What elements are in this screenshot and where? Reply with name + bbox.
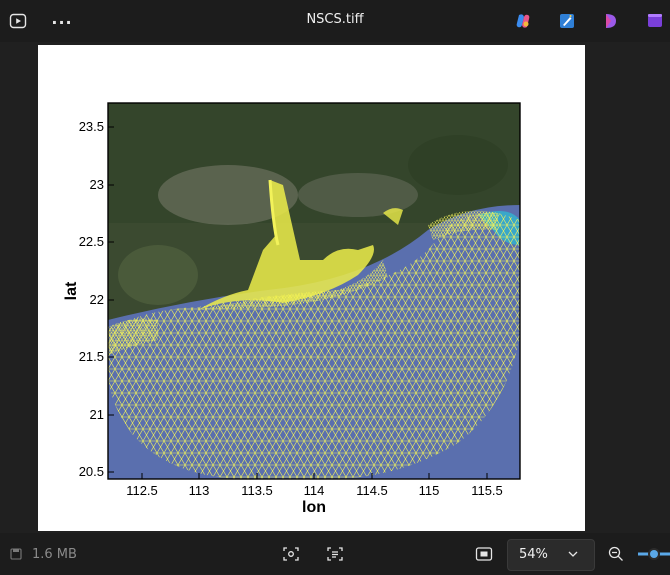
image-canvas[interactable]: 23.5 23 22.5 22 21.5 21 20.5 lat 112.5 1… <box>0 42 670 533</box>
edit-icon <box>560 14 574 28</box>
y-tick-label: 21 <box>90 407 104 422</box>
x-tick-label: 114.5 <box>356 483 388 498</box>
y-tick-label: 22 <box>90 292 104 307</box>
y-axis-title: lat <box>63 281 80 300</box>
y-tick-label: 21.5 <box>79 349 104 364</box>
clipchamp-icon <box>648 14 662 27</box>
satellite-map <box>108 103 520 479</box>
x-tick-label: 115 <box>419 483 440 498</box>
zoom-slider[interactable] <box>638 542 670 566</box>
fit-to-window-button[interactable] <box>472 542 496 566</box>
map-figure: 23.5 23 22.5 22 21.5 21 20.5 lat 112.5 1… <box>63 102 521 516</box>
text-scan-button[interactable] <box>323 542 347 566</box>
chevron-down-icon <box>568 551 578 557</box>
zoom-out-button[interactable] <box>604 542 628 566</box>
text-scan-icon <box>327 547 343 561</box>
designer-icon <box>606 14 616 28</box>
x-tick-label: 112.5 <box>126 483 158 498</box>
save-icon <box>8 542 24 566</box>
copilot-button[interactable] <box>510 8 536 34</box>
file-size: 1.6 MB <box>32 546 77 562</box>
y-tick-label: 22.5 <box>79 234 104 249</box>
y-tick-label: 23 <box>90 177 104 192</box>
zoom-dropdown[interactable]: 54% <box>507 539 595 571</box>
zoom-out-icon <box>608 546 623 561</box>
y-tick-label: 20.5 <box>79 464 104 479</box>
x-axis-title: lon <box>302 499 326 516</box>
fit-to-window-icon <box>475 547 493 561</box>
status-bar: 1.6 MB 54% <box>0 533 670 575</box>
top-toolbar: ... NSCS.tiff <box>0 0 670 42</box>
edit-button[interactable] <box>554 8 580 34</box>
x-tick-label: 113 <box>189 483 210 498</box>
visual-search-icon <box>283 547 299 561</box>
x-tick-label: 113.5 <box>241 483 273 498</box>
copilot-icon <box>516 14 530 28</box>
y-tick-label: 23.5 <box>79 119 104 134</box>
clipchamp-button[interactable] <box>642 8 668 34</box>
zoom-level: 54% <box>519 547 548 562</box>
x-tick-label: 114 <box>304 483 325 498</box>
image-document: 23.5 23 22.5 22 21.5 21 20.5 lat 112.5 1… <box>38 45 585 531</box>
visual-search-button[interactable] <box>279 542 303 566</box>
designer-button[interactable] <box>598 8 624 34</box>
x-tick-label: 115.5 <box>471 483 503 498</box>
